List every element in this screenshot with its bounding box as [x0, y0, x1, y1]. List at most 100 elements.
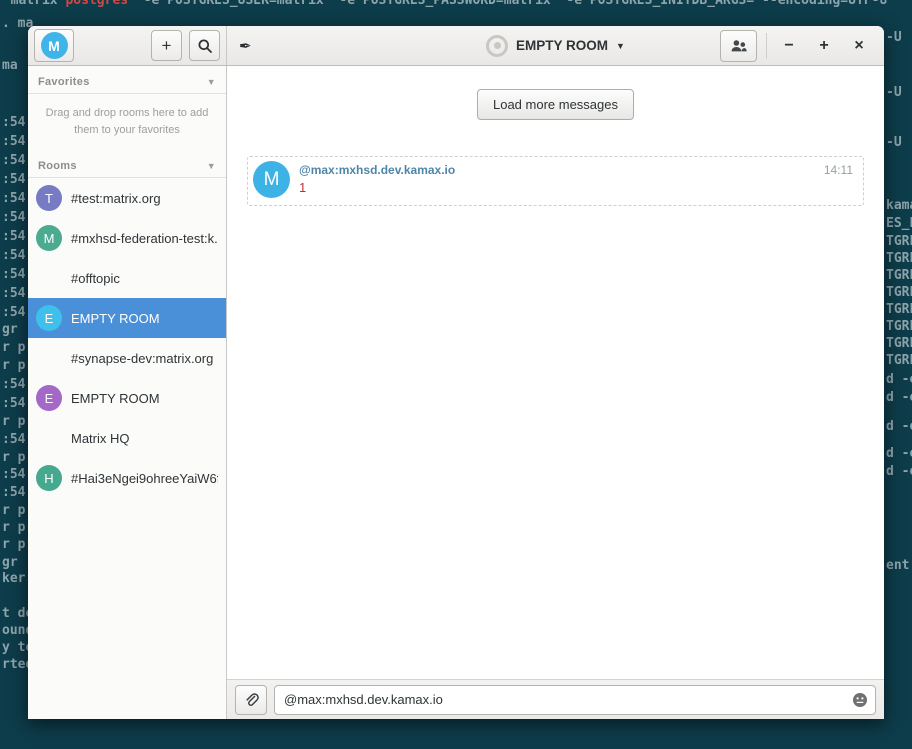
room-list-item[interactable]: #offtopic [28, 258, 226, 298]
close-button[interactable]: × [846, 31, 872, 61]
add-room-button[interactable]: + [151, 30, 182, 61]
terminal-text: . matrix [0, 0, 65, 8]
matrix-client-window: M + ✒ EMPTY ROOM ▼ [28, 26, 884, 719]
room-list-item[interactable]: E EMPTY ROOM [28, 378, 226, 418]
room-avatar: M [36, 225, 62, 251]
terminal-text-fragment: d -e [886, 372, 912, 387]
terminal-text-fragment: :54 [2, 172, 25, 187]
terminal-text-fragment: TGRE [886, 353, 912, 368]
terminal-text-fragment: gr [2, 555, 18, 570]
chat-area: Load more messages M @max:mxhsd.dev.kama… [227, 66, 884, 719]
headerbar: M + ✒ EMPTY ROOM ▼ [28, 26, 884, 66]
terminal-text-fragment: ker [2, 571, 25, 586]
header-right-controls: − + × [720, 30, 872, 62]
room-avatar-dot [494, 42, 501, 49]
terminal-text-fragment: :54 [2, 210, 25, 225]
terminal-text-fragment: r p [2, 503, 25, 518]
favorites-section-header[interactable]: Favorites ▼ [28, 66, 226, 93]
terminal-text-fragment: :54 [2, 115, 25, 130]
room-name: #Hai3eNgei9ohreeYaiW6f... [71, 471, 218, 486]
emoji-icon[interactable] [852, 692, 868, 708]
room-list-item[interactable]: #synapse-dev:matrix.org [28, 338, 226, 378]
favorites-label: Favorites [38, 76, 90, 88]
terminal-highlight-text: postgres [65, 0, 128, 8]
room-list-item[interactable]: M #mxhsd-federation-test:k... [28, 218, 226, 258]
room-list-item[interactable]: T #test:matrix.org [28, 178, 226, 218]
room-title: EMPTY ROOM [516, 38, 608, 53]
room-name: #synapse-dev:matrix.org [71, 351, 213, 366]
terminal-text-fragment: TGRE [886, 319, 912, 334]
terminal-text-fragment: TGRE [886, 336, 912, 351]
terminal-text-fragment: d -e [886, 464, 912, 479]
chevron-down-icon: ▼ [207, 161, 216, 171]
terminal-text-fragment: TGRE [886, 268, 912, 283]
maximize-button[interactable]: + [811, 31, 837, 61]
terminal-text-fragment: :54 [2, 191, 25, 206]
terminal-output-line: . matrix postgres -e POSTGRES_USER=matri… [0, 0, 887, 8]
paperclip-icon [243, 692, 259, 708]
user-account-button[interactable]: M [34, 29, 74, 62]
message-item[interactable]: M @max:mxhsd.dev.kamax.io 14:11 1 [247, 156, 864, 206]
attach-file-button[interactable] [235, 685, 267, 715]
room-list-item[interactable]: Matrix HQ [28, 418, 226, 458]
sidebar-header: M + [28, 26, 227, 65]
room-list-item[interactable]: H #Hai3eNgei9ohreeYaiW6f... [28, 458, 226, 498]
terminal-text-fragment: kama [886, 198, 912, 213]
message-history: Load more messages M @max:mxhsd.dev.kama… [227, 66, 884, 679]
room-list: T #test:matrix.org M #mxhsd-federation-t… [28, 178, 226, 498]
room-name: #test:matrix.org [71, 191, 161, 206]
chevron-down-icon: ▼ [616, 41, 625, 51]
terminal-text-fragment: r p [2, 450, 25, 465]
terminal-text-fragment: TGRE [886, 234, 912, 249]
rooms-section-header[interactable]: Rooms ▼ [28, 150, 226, 177]
message-timestamp: 14:11 [824, 163, 853, 177]
people-icon [730, 38, 748, 54]
terminal-text-fragment: :54 [2, 229, 25, 244]
terminal-text-fragment: d -e [886, 390, 912, 405]
terminal-text-fragment: :54 [2, 396, 25, 411]
message-body: 1 [299, 180, 853, 195]
terminal-text-fragment: ent [886, 558, 909, 573]
search-button[interactable] [189, 30, 220, 61]
terminal-text-fragment: :54 [2, 153, 25, 168]
room-name: EMPTY ROOM [71, 391, 160, 406]
user-avatar: M [41, 32, 68, 59]
terminal-text-fragment: r p [2, 358, 25, 373]
terminal-text-fragment: -U [886, 135, 902, 150]
terminal-text-fragment: r p [2, 414, 25, 429]
chevron-down-icon: ▼ [207, 77, 216, 87]
terminal-text-fragment: :54 [2, 267, 25, 282]
terminal-text-fragment: TGRE [886, 251, 912, 266]
minimize-button[interactable]: − [776, 31, 802, 61]
terminal-text-fragment: ma [2, 58, 18, 73]
terminal-text-fragment: :54 [2, 467, 25, 482]
room-avatar-placeholder-icon [486, 35, 508, 57]
terminal-text-fragment: -U [886, 85, 902, 100]
terminal-text-fragment: r p [2, 537, 25, 552]
terminal-text-fragment: TGRE [886, 302, 912, 317]
terminal-text-fragment: d -e [886, 446, 912, 461]
message-input[interactable] [274, 685, 876, 715]
sidebar: Favorites ▼ Drag and drop rooms here to … [28, 66, 227, 719]
search-icon [197, 38, 213, 54]
terminal-text-fragment: gr [2, 322, 18, 337]
message-input-wrap [274, 685, 876, 715]
room-avatar: E [36, 305, 62, 331]
message-input-bar [227, 679, 884, 719]
message-content: @max:mxhsd.dev.kamax.io 14:11 1 [299, 160, 853, 199]
terminal-text-fragment: :54 [2, 432, 25, 447]
room-avatar: H [36, 465, 62, 491]
header-separator [766, 33, 767, 59]
terminal-text-fragment: ES_P [886, 216, 912, 231]
sender-avatar: M [253, 161, 290, 198]
room-header: ✒ EMPTY ROOM ▼ − + × [227, 26, 884, 65]
favorites-hint: Drag and drop rooms here to add them to … [28, 94, 226, 150]
room-avatar: T [36, 185, 62, 211]
load-more-messages-button[interactable]: Load more messages [477, 89, 634, 120]
members-button[interactable] [720, 30, 757, 62]
terminal-text-fragment: TGRE [886, 285, 912, 300]
terminal-text-fragment: :54 [2, 305, 25, 320]
room-name: #offtopic [71, 271, 120, 286]
terminal-text: -e POSTGRES_USER=matrix -e POSTGRES_PASS… [128, 0, 887, 8]
room-list-item[interactable]: E EMPTY ROOM [28, 298, 226, 338]
